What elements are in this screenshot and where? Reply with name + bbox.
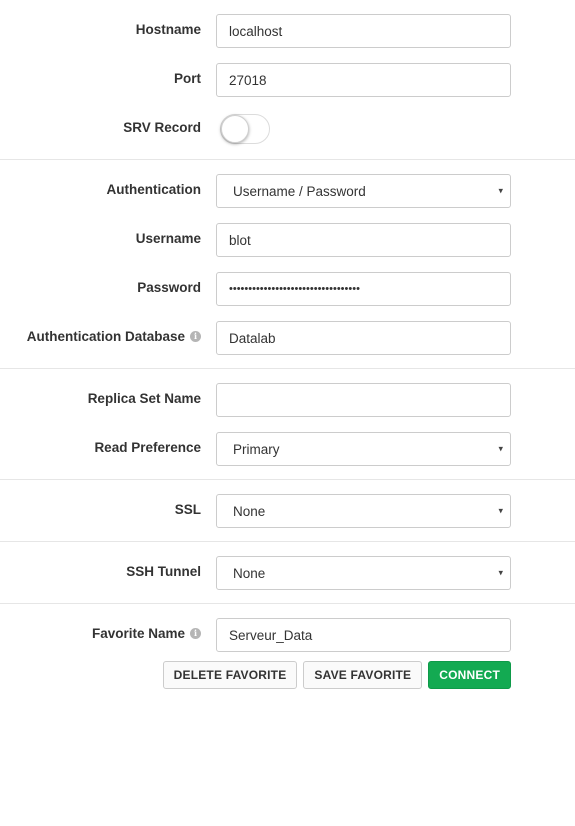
hostname-row: Hostname localhost — [0, 14, 575, 48]
ssl-row: SSL None ▾ — [0, 494, 575, 528]
srv-record-label: SRV Record — [123, 119, 201, 135]
ssl-select[interactable]: None ▾ — [216, 494, 511, 528]
chevron-down-icon: ▾ — [498, 185, 503, 196]
connect-button[interactable]: CONNECT — [428, 661, 511, 689]
ssl-value: None — [233, 503, 266, 519]
port-input[interactable]: 27018 — [216, 63, 511, 97]
chevron-down-icon: ▾ — [498, 505, 503, 516]
favorite-name-label-wrap: Favorite Name i — [0, 626, 216, 641]
replica-section: Replica Set Name Read Preference Primary… — [0, 369, 575, 480]
favorite-actions: DELETE FAVORITE SAVE FAVORITE CONNECT — [0, 661, 511, 689]
favorite-name-row: Favorite Name i Serveur_Data — [0, 618, 575, 652]
chevron-down-icon: ▾ — [498, 443, 503, 454]
authentication-select[interactable]: Username / Password ▾ — [216, 174, 511, 208]
auth-database-input[interactable]: Datalab — [216, 321, 511, 355]
username-input[interactable]: blot — [216, 223, 511, 257]
auth-database-label-wrap: Authentication Database i — [0, 329, 216, 344]
server-section: Hostname localhost Port 27018 SRV Record — [0, 0, 575, 160]
ssh-section: SSH Tunnel None ▾ — [0, 542, 575, 604]
authentication-row: Authentication Username / Password ▾ — [0, 174, 575, 208]
connect-form: Hostname localhost Port 27018 SRV Record… — [0, 0, 575, 702]
authentication-value: Username / Password — [233, 183, 366, 199]
port-label: Port — [174, 70, 201, 86]
replica-set-label: Replica Set Name — [87, 390, 201, 406]
info-icon[interactable]: i — [190, 627, 201, 639]
password-input[interactable]: •••••••••••••••••••••••••••••••••• — [216, 272, 511, 306]
delete-favorite-button[interactable]: DELETE FAVORITE — [162, 661, 298, 689]
hostname-label: Hostname — [135, 21, 201, 37]
replica-set-row: Replica Set Name — [0, 383, 575, 417]
info-icon[interactable]: i — [190, 330, 201, 342]
favorite-section: Favorite Name i Serveur_Data DELETE FAVO… — [0, 604, 575, 702]
favorite-name-input[interactable]: Serveur_Data — [216, 618, 511, 652]
read-preference-label: Read Preference — [94, 439, 201, 455]
srv-record-row: SRV Record — [0, 112, 575, 146]
read-preference-select[interactable]: Primary ▾ — [216, 432, 511, 466]
auth-database-row: Authentication Database i Datalab — [0, 321, 575, 355]
auth-section: Authentication Username / Password ▾ Use… — [0, 160, 575, 369]
chevron-down-icon: ▾ — [498, 567, 503, 578]
replica-set-input[interactable] — [216, 383, 511, 417]
port-row: Port 27018 — [0, 63, 575, 97]
username-row: Username blot — [0, 223, 575, 257]
read-preference-value: Primary — [233, 441, 280, 457]
password-label: Password — [137, 279, 201, 295]
ssh-tunnel-row: SSH Tunnel None ▾ — [0, 556, 575, 590]
auth-database-label: Authentication Database — [26, 328, 185, 344]
ssh-tunnel-label: SSH Tunnel — [126, 563, 201, 579]
ssh-tunnel-value: None — [233, 565, 266, 581]
favorite-name-label: Favorite Name — [91, 625, 185, 641]
ssl-label: SSL — [174, 501, 201, 517]
ssl-section: SSL None ▾ — [0, 480, 575, 542]
authentication-label: Authentication — [106, 181, 202, 197]
read-preference-row: Read Preference Primary ▾ — [0, 432, 575, 466]
save-favorite-button[interactable]: SAVE FAVORITE — [303, 661, 423, 689]
password-row: Password •••••••••••••••••••••••••••••••… — [0, 272, 575, 306]
hostname-input[interactable]: localhost — [216, 14, 511, 48]
toggle-knob — [221, 115, 249, 143]
username-label: Username — [135, 230, 201, 246]
ssh-tunnel-select[interactable]: None ▾ — [216, 556, 511, 590]
srv-record-toggle[interactable] — [220, 114, 270, 144]
